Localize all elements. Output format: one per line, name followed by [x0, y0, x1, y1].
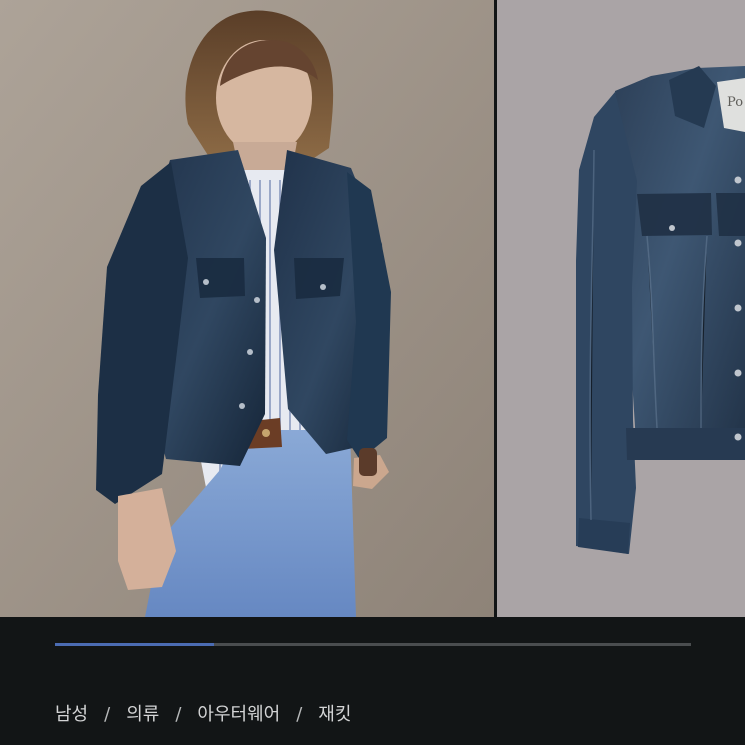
breadcrumb-item-men[interactable]: 남성 — [55, 704, 88, 726]
gallery-progress-fill — [55, 643, 214, 646]
svg-text:Po: Po — [727, 95, 743, 110]
breadcrumb-item-jackets[interactable]: 재킷 — [318, 704, 351, 726]
product-image-carousel[interactable]: Po — [0, 0, 745, 617]
breadcrumb: 남성 / 의류 / 아우터웨어 / 재킷 — [55, 704, 351, 726]
breadcrumb-item-outerwear[interactable]: 아우터웨어 — [197, 704, 280, 726]
model-photo[interactable] — [0, 0, 494, 617]
gallery-progress-track — [55, 643, 691, 646]
jacket-product-photo[interactable]: Po — [497, 0, 745, 617]
breadcrumb-item-clothing[interactable]: 의류 — [126, 704, 159, 726]
product-page: Po 남성 / 의류 / 아우터웨어 / 재킷 — [0, 0, 745, 745]
product-info-panel: 남성 / 의류 / 아우터웨어 / 재킷 — [0, 617, 745, 745]
breadcrumb-separator: / — [175, 704, 182, 725]
breadcrumb-separator: / — [296, 704, 303, 725]
breadcrumb-separator: / — [104, 704, 111, 725]
